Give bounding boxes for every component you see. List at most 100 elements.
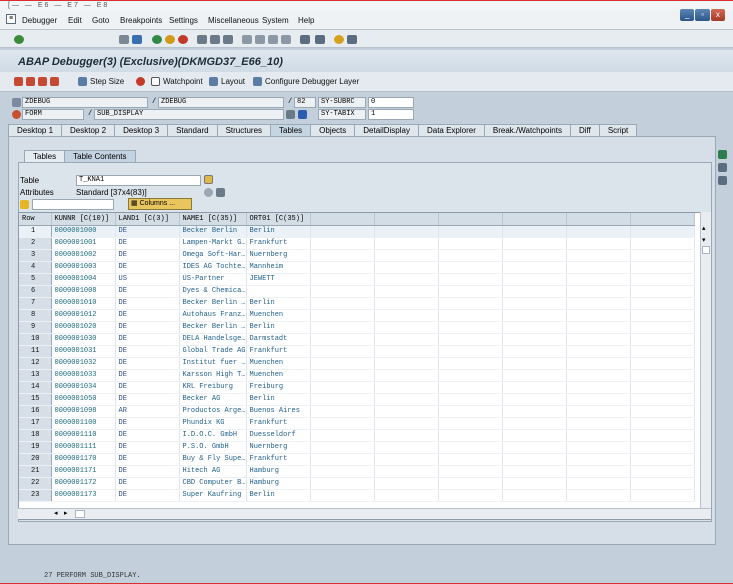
columns-button[interactable]: ▦ Columns ... <box>128 198 192 210</box>
ort01-cell[interactable]: Frankfurt <box>246 345 311 358</box>
table-row[interactable]: 22 0000001172 DE CBD Computer B… Hamburg <box>19 477 695 490</box>
name1-cell[interactable]: Omega Soft-Har… <box>179 249 247 262</box>
name1-cell[interactable]: US-Partner <box>179 273 247 286</box>
key-icon[interactable] <box>204 188 213 197</box>
shortcut-icon[interactable] <box>315 35 325 44</box>
ort01-cell[interactable]: Duesseldorf <box>246 429 311 442</box>
name1-cell[interactable]: Buy & Fly Supe… <box>179 453 247 466</box>
sysfield-name-1[interactable]: SY-SUBRC <box>318 97 366 108</box>
kunnr-cell[interactable]: 0000001170 <box>51 453 116 466</box>
ort01-cell[interactable]: Berlin <box>246 321 311 334</box>
cancel-icon[interactable] <box>178 35 188 44</box>
ort01-cell[interactable]: Frankfurt <box>246 453 311 466</box>
tab-script[interactable]: Script <box>598 124 638 136</box>
name1-cell[interactable]: Dyes & Chemica… <box>179 285 247 298</box>
help-icon[interactable] <box>334 35 344 44</box>
ort01-cell[interactable]: Nuernberg <box>246 249 311 262</box>
table-row[interactable]: 8 0000001012 DE Autohaus Franz… Muenchen <box>19 309 695 322</box>
subtab-table-contents[interactable]: Table Contents <box>64 150 136 162</box>
configure-layer-button[interactable]: Configure Debugger Layer <box>253 77 359 86</box>
land1-cell[interactable]: DE <box>115 285 180 298</box>
kunnr-cell[interactable]: 0000001110 <box>51 429 116 442</box>
name1-cell[interactable]: DELA Handelsge… <box>179 333 247 346</box>
land1-cell[interactable]: DE <box>115 489 180 502</box>
new-session-icon[interactable] <box>300 35 310 44</box>
tab-tables[interactable]: Tables <box>270 124 312 136</box>
tab-objects[interactable]: Objects <box>310 124 356 136</box>
tab-desktop-2[interactable]: Desktop 2 <box>61 124 116 136</box>
menu-settings[interactable]: Settings <box>169 16 198 25</box>
move-icon[interactable] <box>216 188 225 197</box>
ort01-cell[interactable]: Muenchen <box>246 369 311 382</box>
sysfield-name-2[interactable]: SY-TABIX <box>318 109 366 120</box>
first-page-icon[interactable] <box>242 35 252 44</box>
land1-cell[interactable]: DE <box>115 381 180 394</box>
land1-cell[interactable]: DE <box>115 465 180 478</box>
horizontal-scroll-thumb[interactable] <box>75 510 85 518</box>
info-icon[interactable] <box>298 110 307 119</box>
ort01-cell[interactable]: Frankfurt <box>246 237 311 250</box>
ort01-cell[interactable]: JEWETT <box>246 273 311 286</box>
swap-tool-icon[interactable] <box>718 163 727 172</box>
layout-button[interactable]: Layout <box>209 77 245 86</box>
ort01-cell[interactable]: Berlin <box>246 225 311 238</box>
tab-diff[interactable]: Diff <box>569 124 600 136</box>
scroll-down-icon[interactable]: ▾ <box>702 236 706 244</box>
kunnr-cell[interactable]: 0000001171 <box>51 465 116 478</box>
name1-cell[interactable]: I.D.O.C. GmbH <box>179 429 247 442</box>
subtab-tables[interactable]: Tables <box>24 150 66 162</box>
land1-cell[interactable]: DE <box>115 333 180 346</box>
table-row[interactable]: 18 0000001110 DE I.D.O.C. GmbH Duesseldorf <box>19 429 695 442</box>
kunnr-cell[interactable]: 0000001010 <box>51 297 116 310</box>
name1-cell[interactable]: IDES AG Tochte… <box>179 261 247 274</box>
name1-cell[interactable]: Karsson High T… <box>179 369 247 382</box>
kunnr-cell[interactable]: 0000001012 <box>51 309 116 322</box>
name1-cell[interactable]: Lampen-Markt G… <box>179 237 247 250</box>
table-row[interactable]: 13 0000001033 DE Karsson High T… Muenchen <box>19 369 695 382</box>
table-row[interactable]: 20 0000001170 DE Buy & Fly Supe… Frankfurt <box>19 453 695 466</box>
name1-cell[interactable]: Phundix KG <box>179 417 247 430</box>
enter-icon[interactable] <box>14 35 24 44</box>
ort01-cell[interactable]: Buenos Aires <box>246 405 311 418</box>
kunnr-cell[interactable]: 0000001004 <box>51 273 116 286</box>
table-row[interactable]: 2 0000001001 DE Lampen-Markt G… Frankfurt <box>19 237 695 250</box>
next-page-icon[interactable] <box>268 35 278 44</box>
scroll-right-icon[interactable]: ▸ <box>64 509 68 517</box>
kunnr-cell[interactable]: 0000001033 <box>51 369 116 382</box>
ort01-cell[interactable]: Berlin <box>246 489 311 502</box>
kunnr-cell[interactable]: 0000001100 <box>51 417 116 430</box>
table-picker-icon[interactable] <box>204 175 213 184</box>
name1-cell[interactable]: KRL Freiburg <box>179 381 247 394</box>
header-kunnr[interactable]: KUNNR [C(10)] <box>51 213 116 226</box>
display-icon[interactable] <box>286 110 295 119</box>
print-icon[interactable] <box>197 35 207 44</box>
step-over-icon[interactable] <box>26 77 35 86</box>
block-name-field[interactable]: SUB_DISPLAY <box>94 109 284 120</box>
exit-icon[interactable] <box>165 35 175 44</box>
name1-cell[interactable]: CBD Computer B… <box>179 477 247 490</box>
kunnr-cell[interactable]: 0000001003 <box>51 261 116 274</box>
ort01-cell[interactable]: Frankfurt <box>246 417 311 430</box>
block-type-field[interactable]: FORM <box>22 109 84 120</box>
land1-cell[interactable]: DE <box>115 261 180 274</box>
kunnr-cell[interactable]: 0000001050 <box>51 393 116 406</box>
ort01-cell[interactable]: Hamburg <box>246 465 311 478</box>
ort01-cell[interactable]: Berlin <box>246 393 311 406</box>
table-row[interactable]: 16 0000001098 AR Productos Arge… Buenos Aire… <box>19 405 695 418</box>
ort01-cell[interactable]: Nuernberg <box>246 441 311 454</box>
table-row[interactable]: 23 0000001173 DE Super Kaufring Berlin <box>19 489 695 502</box>
table-row[interactable]: 3 0000001002 DE Omega Soft-Har… Nuernberg <box>19 249 695 262</box>
land1-cell[interactable]: DE <box>115 357 180 370</box>
watchpoint-button[interactable]: Watchpoint <box>151 77 203 86</box>
save-icon[interactable] <box>132 35 142 44</box>
menu-edit[interactable]: Edit <box>68 16 82 25</box>
tab-desktop-1[interactable]: Desktop 1 <box>8 124 63 136</box>
name1-cell[interactable]: P.S.O. GmbH <box>179 441 247 454</box>
kunnr-cell[interactable]: 0000001172 <box>51 477 116 490</box>
services-icon[interactable] <box>718 176 727 185</box>
back-icon[interactable] <box>152 35 162 44</box>
table-row[interactable]: 9 0000001020 DE Becker Berlin … Berlin <box>19 321 695 334</box>
land1-cell[interactable]: DE <box>115 429 180 442</box>
name1-cell[interactable]: Super Kaufring <box>179 489 247 502</box>
ort01-cell[interactable]: Muenchen <box>246 309 311 322</box>
